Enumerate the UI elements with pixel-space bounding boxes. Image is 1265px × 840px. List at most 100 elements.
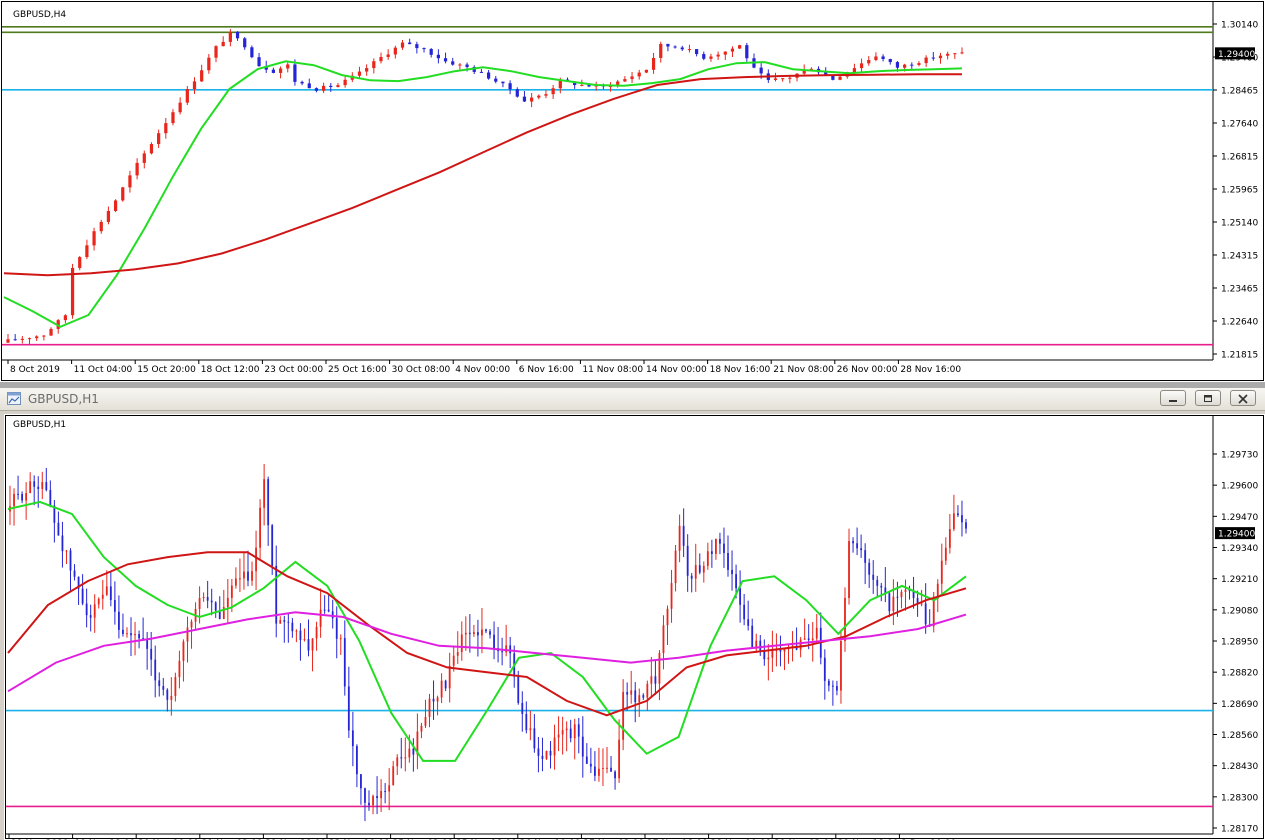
candle-body [331, 611, 334, 619]
candle-body [767, 657, 770, 660]
chart-border [1, 1, 1264, 381]
candle-body [743, 604, 746, 620]
time-tick-label: 23 Oct 00:00 [264, 365, 323, 375]
candle-body [614, 771, 616, 779]
price-tick-label: 1.30140 [1221, 21, 1258, 31]
candle-body [178, 660, 181, 678]
price-tick-label: 1.27640 [1221, 120, 1258, 130]
candle-body [739, 588, 742, 605]
candle-body [960, 52, 964, 54]
close-icon [1238, 394, 1248, 404]
candle-body [549, 750, 552, 756]
candle-body [521, 702, 524, 714]
candle-body [910, 64, 914, 66]
candle-body [662, 625, 665, 654]
price-tick-label: 1.29470 [1221, 513, 1258, 523]
candle-body [836, 686, 838, 691]
h1-chart-area[interactable]: 1.29730 1.29600 1.29470 1.29340 1.29210 1.290… [4, 414, 1265, 840]
candle-body [759, 640, 762, 652]
candle-body [380, 790, 383, 799]
candle-body [501, 651, 504, 653]
h4-symbol-label: GBPUSD,H4 [13, 10, 67, 20]
price-tick-label: 1.22640 [1221, 318, 1258, 328]
candle-body [745, 45, 749, 59]
time-tick-label: 21 Nov 08:00 [773, 365, 834, 375]
candle-body [747, 619, 750, 626]
candle-body [448, 665, 451, 689]
candle-body [694, 49, 699, 55]
candle-body [771, 650, 774, 658]
candle-body [522, 96, 527, 102]
h1-chart-window[interactable]: GBPUSD,H1 1.29730 1.29600 1.29470 1.29340 1.… [0, 388, 1265, 840]
candle-body [585, 756, 588, 764]
candle-body [347, 686, 350, 731]
candle-body [420, 725, 423, 732]
candle-body [868, 562, 871, 575]
candle-body [650, 676, 653, 684]
candle-body [20, 338, 24, 340]
candle-body [299, 630, 302, 641]
candle-body [468, 632, 471, 635]
candle-body [589, 763, 592, 767]
candle-body [142, 153, 146, 163]
candle-body [569, 728, 572, 739]
candle-body [678, 525, 681, 551]
candle-body [311, 638, 314, 651]
candle-body [162, 686, 165, 690]
candle-body [626, 692, 629, 695]
candle-body [186, 627, 189, 642]
price-tick-label: 1.24315 [1221, 252, 1258, 262]
candle-body [384, 790, 387, 792]
candle-body [271, 69, 276, 73]
h4-chart[interactable]: 1.30140 1.29400 1.28465 1.27640 1.26815 1.259… [0, 0, 1265, 382]
candle-body [278, 68, 283, 73]
candle-body [702, 54, 706, 59]
candle-body [525, 713, 528, 731]
close-button[interactable] [1230, 390, 1256, 406]
candle-body [89, 615, 92, 618]
candle-body [85, 603, 88, 616]
candle-body [388, 785, 391, 792]
candle-body [436, 54, 440, 59]
candle-body [940, 560, 943, 584]
candle-body [25, 493, 28, 501]
current-price-label: 1.29400 [1218, 50, 1255, 60]
candle-body [674, 550, 677, 584]
candle-body [158, 680, 161, 687]
restore-button[interactable] [1195, 390, 1221, 406]
h1-window-titlebar[interactable]: GBPUSD,H1 [0, 388, 1265, 411]
candle-body [42, 335, 46, 337]
candle-body [781, 78, 785, 80]
candle-body [709, 56, 713, 59]
candle-body [376, 796, 378, 799]
candle-body [551, 88, 555, 95]
candle-body [489, 631, 491, 635]
candle-body [924, 603, 927, 625]
candle-body [339, 638, 342, 640]
candle-body [351, 730, 354, 747]
price-tick-label: 1.21815 [1221, 351, 1258, 361]
minimize-button[interactable] [1160, 390, 1186, 406]
candle-body [848, 541, 850, 599]
candle-body [118, 611, 120, 630]
candle-body [553, 737, 556, 756]
candle-body [666, 608, 669, 626]
h4-chart-window[interactable]: 1.30140 1.29400 1.28465 1.27640 1.26815 1.259… [0, 0, 1265, 382]
candle-body [610, 767, 612, 772]
candle-body [577, 724, 580, 737]
candle-body [307, 83, 311, 89]
time-tick-label: 15 Oct 20:00 [137, 365, 196, 375]
candle-body [557, 734, 560, 738]
candle-body [494, 78, 498, 82]
candle-body [479, 71, 484, 73]
h1-symbol-label: GBPUSD,H1 [13, 420, 67, 430]
candle-body [221, 41, 225, 47]
candle-body [190, 621, 193, 628]
candle-body [623, 79, 627, 82]
candle-body [27, 338, 32, 340]
h1-chart[interactable]: 1.29730 1.29600 1.29470 1.29340 1.29210 1.290… [4, 414, 1265, 840]
candle-body [293, 64, 297, 82]
candle-body [106, 210, 111, 222]
candle-body [357, 71, 362, 76]
candle-body [957, 513, 959, 516]
